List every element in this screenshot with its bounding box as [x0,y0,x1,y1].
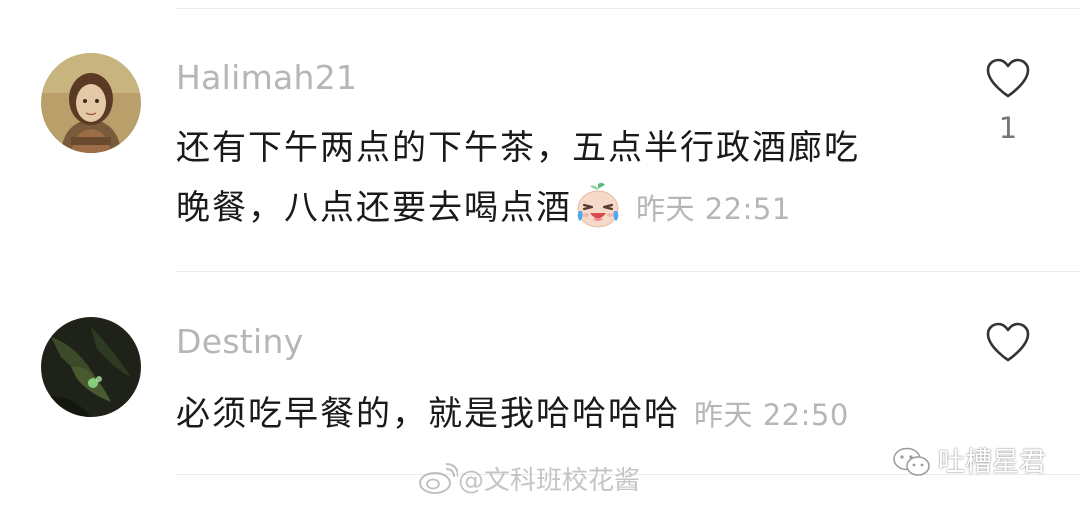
username[interactable]: Halimah21 [176,58,357,97]
crying-laughing-emoji-icon [577,182,619,228]
comment-text-content: 必须吃早餐的，就是我哈哈哈哈 [176,394,680,434]
like-button[interactable] [980,321,1036,363]
comment-timestamp: 昨天 22:51 [636,192,791,226]
divider [175,271,1080,272]
comment-timestamp: 昨天 22:50 [694,398,849,432]
comment-text-line2-content: 晚餐，八点还要去喝点酒 [176,188,572,228]
avatar[interactable] [41,317,141,417]
comment-text-line2: 晚餐，八点还要去喝点酒 昨天 22:51 [176,180,791,229]
weibo-watermark-text: @文科班校花酱 [458,466,641,496]
avatar[interactable] [41,53,141,153]
like-count: 1 [998,111,1018,145]
divider-top [175,8,1080,9]
wechat-watermark: 吐槽星君 [892,440,1046,479]
weibo-watermark: @文科班校花酱 [418,460,640,497]
username[interactable]: Destiny [176,322,304,361]
comment-text-line1: 还有下午两点的下午茶，五点半行政酒廊吃 [176,128,860,168]
heart-outline-icon[interactable] [985,57,1031,99]
heart-outline-icon[interactable] [985,321,1031,363]
wechat-watermark-text: 吐槽星君 [938,447,1046,478]
wechat-logo-icon [893,447,930,476]
comment-text-line1: 必须吃早餐的，就是我哈哈哈哈 昨天 22:50 [176,386,849,435]
like-button[interactable]: 1 [980,57,1036,145]
weibo-logo-icon [419,463,458,494]
